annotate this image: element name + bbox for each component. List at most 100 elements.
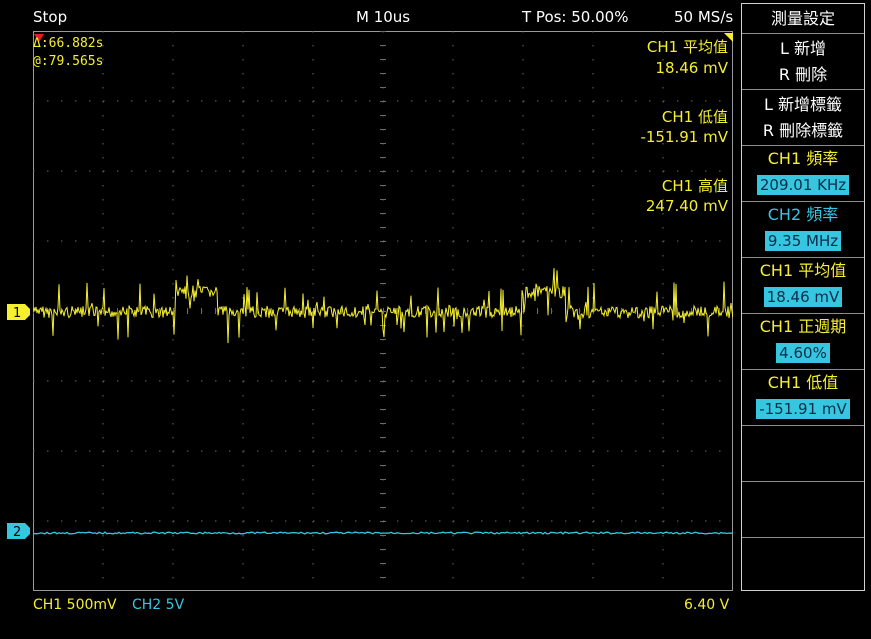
grid-dot bbox=[312, 73, 314, 75]
grid-dot bbox=[159, 240, 161, 242]
axis-tick bbox=[380, 479, 386, 480]
grid-dot bbox=[102, 563, 104, 565]
grid-dot bbox=[312, 367, 314, 369]
grid-dot bbox=[452, 367, 454, 369]
grid-dot bbox=[102, 409, 104, 411]
menu-measurement-item[interactable]: CH1 正週期 4.60% bbox=[742, 314, 864, 370]
grid-dot bbox=[719, 380, 721, 382]
waveform-display[interactable] bbox=[33, 31, 733, 591]
grid-dot bbox=[341, 170, 343, 172]
grid-dot bbox=[172, 423, 174, 425]
measure-settings-menu: 測量設定 L 新增 R 刪除 L 新增標籤 R 刪除標籤 CH1 頻率 209.… bbox=[741, 3, 865, 591]
axis-tick bbox=[383, 308, 384, 314]
grid-dot bbox=[579, 520, 581, 522]
measurement-value: 209.01 KHz bbox=[756, 175, 850, 195]
grid-dot bbox=[662, 297, 664, 299]
grid-dot bbox=[522, 577, 524, 579]
grid-dot bbox=[117, 450, 119, 452]
axis-tick bbox=[380, 521, 386, 522]
grid-dot bbox=[257, 380, 259, 382]
grid-dot bbox=[327, 240, 329, 242]
menu-measurement-item[interactable]: CH1 低值 -151.91 mV bbox=[742, 370, 864, 426]
grid-dot bbox=[312, 535, 314, 537]
add-remove-button[interactable]: L 新增 R 刪除 bbox=[742, 34, 864, 90]
grid-dot bbox=[481, 240, 483, 242]
grid-dot bbox=[172, 283, 174, 285]
grid-dot bbox=[312, 353, 314, 355]
grid-dot bbox=[215, 170, 217, 172]
axis-tick bbox=[380, 73, 386, 74]
ch2-marker[interactable]: 2 bbox=[6, 522, 30, 540]
grid-dot bbox=[187, 380, 189, 382]
grid-dot bbox=[663, 100, 665, 102]
grid-dot bbox=[551, 450, 553, 452]
grid-dot bbox=[453, 100, 455, 102]
grid-dot bbox=[452, 185, 454, 187]
grid-dot bbox=[131, 170, 133, 172]
grid-dot bbox=[229, 100, 231, 102]
axis-tick bbox=[380, 143, 386, 144]
grid-dot bbox=[243, 170, 245, 172]
ch1-scale: CH1 500mV bbox=[33, 597, 117, 613]
grid-dot bbox=[662, 367, 664, 369]
ch1-marker[interactable]: 1 bbox=[6, 303, 30, 321]
grid-dot bbox=[509, 450, 511, 452]
overlay-meas-value: -151.91 mV bbox=[640, 128, 728, 146]
menu-empty-slot[interactable] bbox=[742, 482, 864, 538]
grid-dot bbox=[242, 115, 244, 117]
grid-dot bbox=[592, 157, 594, 159]
grid-dot bbox=[649, 240, 651, 242]
grid-dot bbox=[117, 240, 119, 242]
grid-dot bbox=[229, 380, 231, 382]
measurement-value: 9.35 MHz bbox=[764, 231, 842, 251]
grid-dot bbox=[131, 520, 133, 522]
grid-dot bbox=[299, 380, 301, 382]
grid-dot bbox=[102, 269, 104, 271]
axis-tick bbox=[380, 115, 386, 116]
grid-dot bbox=[243, 380, 245, 382]
grid-dot bbox=[649, 380, 651, 382]
grid-dot bbox=[312, 269, 314, 271]
menu-empty-slot[interactable] bbox=[742, 426, 864, 482]
grid-dot bbox=[131, 100, 133, 102]
grid-dot bbox=[592, 115, 594, 117]
grid-dot bbox=[397, 240, 399, 242]
grid-dot bbox=[172, 157, 174, 159]
measurement-value: 4.60% bbox=[776, 343, 830, 363]
grid-dot bbox=[522, 339, 524, 341]
grid-dot bbox=[481, 170, 483, 172]
grid-dot bbox=[47, 450, 49, 452]
axis-tick bbox=[380, 185, 386, 186]
menu-measurement-item[interactable]: CH1 頻率 209.01 KHz bbox=[742, 146, 864, 202]
grid-dot bbox=[312, 185, 314, 187]
ch1-trace bbox=[33, 268, 733, 344]
axis-tick bbox=[579, 308, 580, 314]
grid-dot bbox=[592, 45, 594, 47]
axis-tick bbox=[380, 535, 386, 536]
grid-dot bbox=[102, 325, 104, 327]
measurement-label: CH1 低值 bbox=[767, 373, 839, 392]
grid-dot bbox=[592, 353, 594, 355]
grid-dot bbox=[312, 59, 314, 61]
grid-dot bbox=[452, 227, 454, 229]
grid-dot bbox=[397, 380, 399, 382]
grid-dot bbox=[662, 269, 664, 271]
sample-rate: 50 MS/s bbox=[674, 8, 734, 26]
grid-dot bbox=[172, 535, 174, 537]
grid-dot bbox=[452, 409, 454, 411]
grid-dot bbox=[242, 73, 244, 75]
grid-dot bbox=[522, 283, 524, 285]
axis-tick bbox=[380, 437, 386, 438]
grid-dot bbox=[242, 199, 244, 201]
axis-tick bbox=[380, 423, 386, 424]
menu-measurement-item[interactable]: CH2 頻率 9.35 MHz bbox=[742, 202, 864, 258]
grid-dot bbox=[312, 227, 314, 229]
grid-dot bbox=[662, 157, 664, 159]
grid-dot bbox=[662, 577, 664, 579]
grid-dot bbox=[61, 450, 63, 452]
menu-measurement-item[interactable]: CH1 平均值 18.46 mV bbox=[742, 258, 864, 314]
add-remove-tag-button[interactable]: L 新增標籤 R 刪除標籤 bbox=[742, 90, 864, 146]
menu-empty-slot[interactable] bbox=[742, 538, 864, 590]
grid-dot bbox=[649, 450, 651, 452]
overlay-meas-value: 18.46 mV bbox=[655, 59, 728, 77]
